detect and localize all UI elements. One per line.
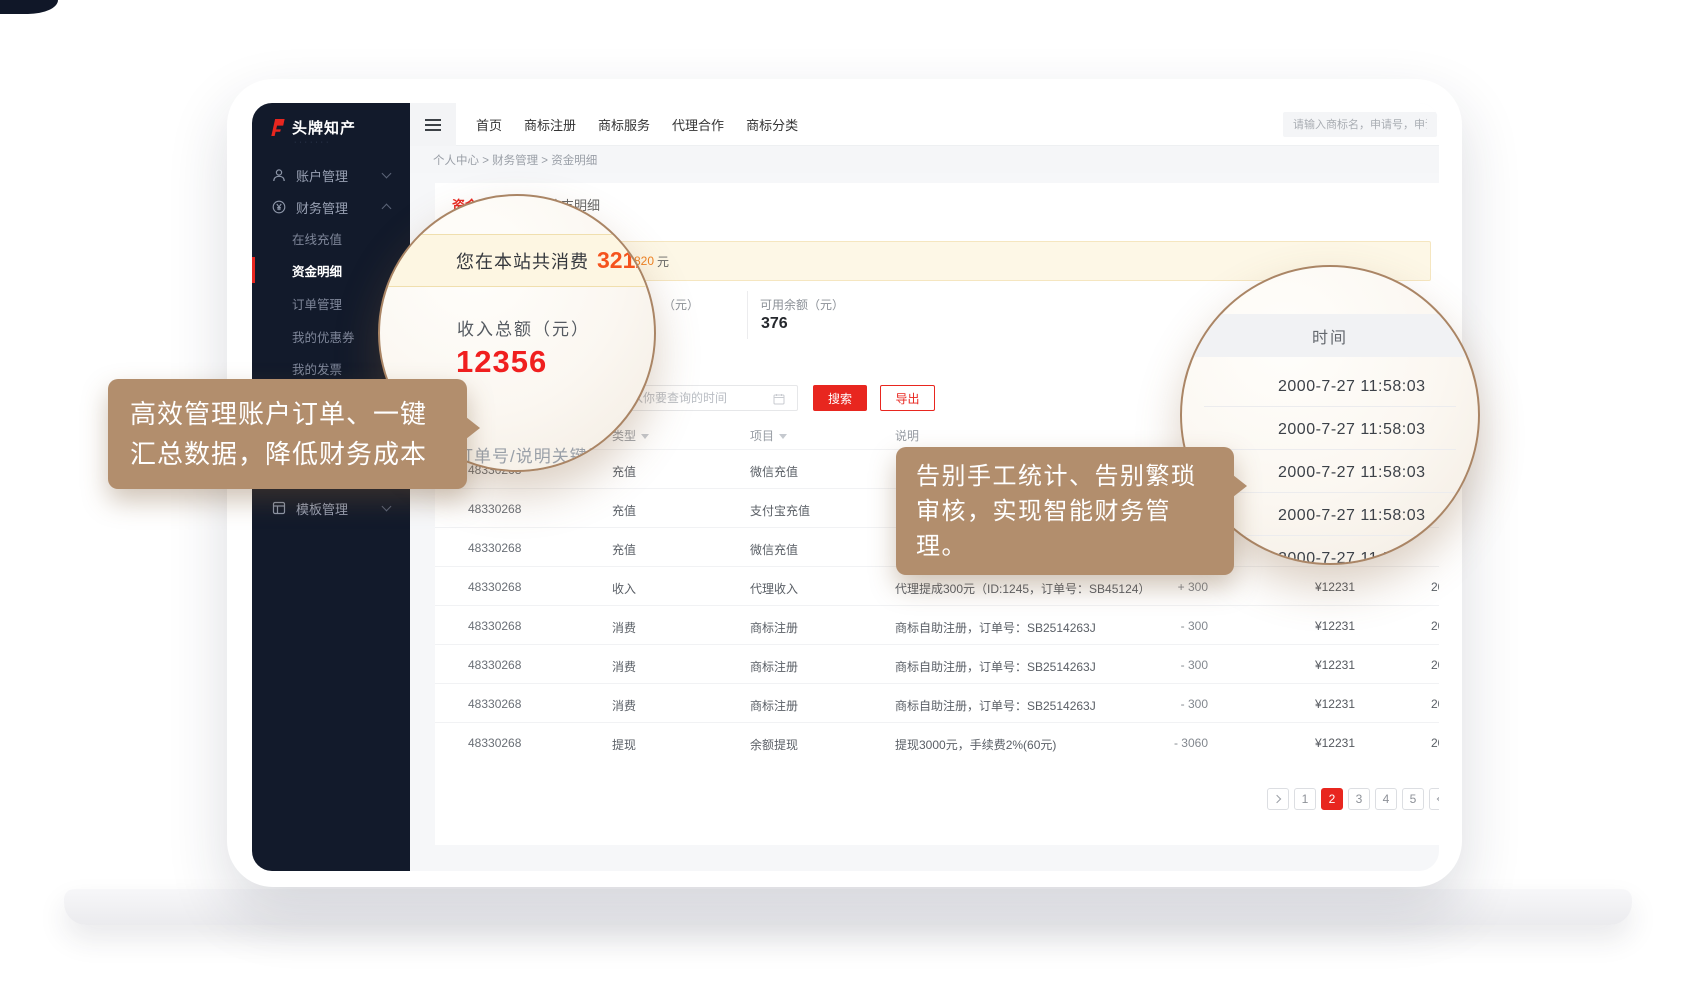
page-button-3[interactable]: 3 bbox=[1348, 788, 1370, 810]
nav-tab-home[interactable]: 首页 bbox=[476, 115, 502, 134]
col-project[interactable]: 项目 bbox=[750, 427, 787, 444]
col-type[interactable]: 类型 bbox=[612, 427, 649, 444]
laptop-base bbox=[64, 889, 1632, 925]
magnified-time-cell: 2000-7-27 11:58:03 bbox=[1278, 507, 1425, 525]
subitem-label: 订单管理 bbox=[292, 294, 342, 313]
chevron-left-icon bbox=[1273, 795, 1281, 803]
pagination: 1 2 3 4 5 bbox=[1267, 788, 1439, 810]
chevron-up-icon bbox=[382, 204, 392, 214]
table-row: 48330268 消费 商标注册 商标自助注册，订单号：SB2514263J -… bbox=[435, 605, 1439, 644]
sidebar-item-finance[interactable]: 财务管理 bbox=[252, 192, 410, 222]
breadcrumb: 个人中心 > 财务管理 > 资金明细 bbox=[433, 152, 597, 168]
stat-divider bbox=[747, 291, 748, 339]
user-icon bbox=[271, 167, 287, 183]
magnified-banner: 您在本站共消费 32124 元 bbox=[378, 234, 656, 287]
prev-page-button[interactable] bbox=[1267, 788, 1289, 810]
logo-icon bbox=[268, 118, 287, 137]
magnified-time-header: 时间 bbox=[1182, 314, 1478, 357]
template-icon bbox=[271, 500, 287, 516]
magnified-income-label: 收入总额（元） bbox=[457, 315, 590, 340]
magnified-column-header: 订单号/说明关键词 bbox=[456, 442, 606, 467]
sort-caret-icon bbox=[779, 434, 787, 439]
nav-tab-trademark-register[interactable]: 商标注册 bbox=[524, 115, 576, 134]
magnified-time-cell: 2000-7-27 11:58:03 bbox=[1278, 550, 1425, 565]
finance-icon bbox=[271, 199, 287, 215]
calendar-icon bbox=[773, 392, 785, 410]
sidebar-item-account[interactable]: 账户管理 bbox=[252, 160, 410, 190]
magnified-time-cell: 2000-7-27 11:58:03 bbox=[1278, 464, 1425, 482]
magnified-time-cell: 2000-7-27 11:58:03 bbox=[1278, 378, 1425, 396]
magnified-income-value: 12356 bbox=[456, 344, 547, 380]
page-button-4[interactable]: 4 bbox=[1375, 788, 1397, 810]
export-button[interactable]: 导出 bbox=[880, 385, 935, 411]
active-item-marker bbox=[252, 257, 255, 283]
table-row: 48330268 消费 商标注册 商标自助注册，订单号：SB2514263J -… bbox=[435, 644, 1439, 683]
subitem-label: 我的优惠券 bbox=[292, 327, 355, 346]
next-page-button[interactable] bbox=[1429, 788, 1439, 810]
sidebar-subitem-recharge[interactable]: 在线充值 bbox=[292, 226, 342, 250]
top-nav: 首页 商标注册 商标服务 代理合作 商标分类 bbox=[410, 103, 1439, 146]
stage: 头牌知产 ······· 账户管理 财务管理 bbox=[0, 0, 1696, 1002]
magnified-banner-text: 您在本站共消费 bbox=[456, 248, 589, 274]
table-row: 48330268 提现 余额提现 提现3000元，手续费2%(60元) - 30… bbox=[435, 722, 1439, 761]
col-desc: 说明 bbox=[895, 427, 919, 444]
nav-tab-trademark-service[interactable]: 商标服务 bbox=[598, 115, 650, 134]
magnified-banner-amount: 32124 bbox=[597, 247, 656, 274]
subitem-label: 资金明细 bbox=[292, 261, 342, 280]
callout-left: 高效管理账户订单、一键汇总数据，降低财务成本 bbox=[108, 379, 467, 489]
nav-tab-agency[interactable]: 代理合作 bbox=[672, 115, 724, 134]
search-button[interactable]: 搜索 bbox=[813, 385, 867, 411]
chevron-right-icon bbox=[1437, 795, 1439, 803]
magnified-time-cell: 2000-7-27 11:58:03 bbox=[1278, 421, 1425, 439]
available-balance-label: 可用余额（元） bbox=[760, 296, 844, 313]
table-row: 48330268 消费 商标注册 商标自助注册，订单号：SB2514263J -… bbox=[435, 683, 1439, 722]
sort-caret-icon bbox=[641, 434, 649, 439]
chevron-down-icon bbox=[382, 169, 392, 179]
logo-tagline: ······· bbox=[294, 139, 331, 146]
page-button-2-active[interactable]: 2 bbox=[1321, 788, 1343, 810]
subitem-label: 我的发票 bbox=[292, 359, 342, 378]
sidebar-item-label: 账户管理 bbox=[296, 166, 348, 185]
subitem-label: 在线充值 bbox=[292, 229, 342, 248]
sidebar-item-template[interactable]: 模板管理 bbox=[252, 493, 410, 523]
nav-tabs: 首页 商标注册 商标服务 代理合作 商标分类 bbox=[476, 103, 798, 146]
breadcrumb-bar: 个人中心 > 财务管理 > 资金明细 bbox=[410, 146, 1439, 173]
sidebar-subitem-coupons[interactable]: 我的优惠券 bbox=[292, 324, 355, 348]
sidebar-subitem-funds-detail[interactable]: 资金明细 bbox=[292, 258, 342, 282]
logo-title: 头牌知产 bbox=[292, 117, 356, 138]
nav-tab-trademark-category[interactable]: 商标分类 bbox=[746, 115, 798, 134]
page-button-1[interactable]: 1 bbox=[1294, 788, 1316, 810]
hamburger-icon bbox=[425, 119, 441, 121]
stat-label-fragment: （元） bbox=[663, 296, 699, 313]
cropped-corner-decoration bbox=[0, 0, 58, 14]
trademark-search-input[interactable] bbox=[1283, 112, 1437, 137]
sidebar-item-label: 财务管理 bbox=[296, 198, 348, 217]
sidebar-item-label: 模板管理 bbox=[296, 499, 348, 518]
page-button-5[interactable]: 5 bbox=[1402, 788, 1424, 810]
sidebar-subitem-invoice[interactable]: 我的发票 bbox=[292, 356, 342, 380]
logo[interactable]: 头牌知产 bbox=[268, 117, 356, 138]
menu-toggle-button[interactable] bbox=[410, 103, 456, 146]
available-balance-value: 376 bbox=[761, 315, 788, 333]
sidebar-subitem-orders[interactable]: 订单管理 bbox=[292, 291, 342, 315]
callout-right: 告别手工统计、告别繁琐审核，实现智能财务管理。 bbox=[896, 447, 1234, 575]
chevron-down-icon bbox=[382, 502, 392, 512]
